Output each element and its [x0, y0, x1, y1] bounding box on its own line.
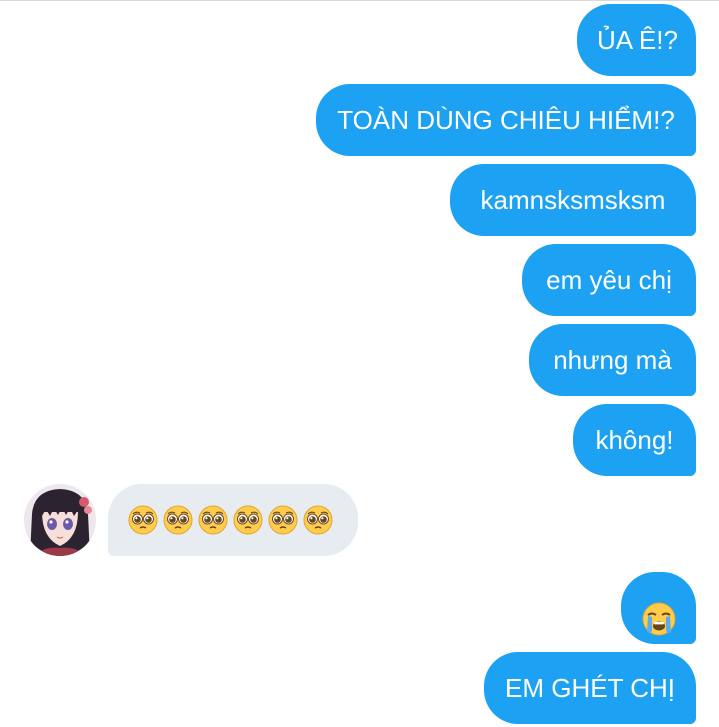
message-bubble-sent[interactable]: em yêu chị	[522, 244, 696, 316]
message-text: em yêu chị	[546, 265, 672, 295]
top-divider	[0, 0, 719, 1]
message-text: không!	[595, 425, 674, 455]
message-bubble-sent[interactable]: TOÀN DÙNG CHIÊU HIỂM!?	[316, 84, 696, 156]
message-text: EM GHÉT CHỊ	[505, 673, 675, 703]
pleading-face-icon	[163, 505, 193, 535]
message-text: nhưng mà	[553, 345, 672, 375]
pleading-face-icon	[268, 505, 298, 535]
anime-avatar-icon	[24, 484, 96, 556]
pleading-face-icon	[128, 505, 158, 535]
message-bubble-sent-emoji[interactable]	[621, 572, 696, 644]
contact-avatar[interactable]	[24, 484, 96, 556]
message-bubble-sent[interactable]: không!	[573, 404, 696, 476]
message-bubble-sent[interactable]: kamnsksmsksm	[450, 164, 696, 236]
message-text: ỦA Ê!?	[597, 25, 678, 55]
message-bubble-sent[interactable]: nhưng mà	[529, 324, 696, 396]
pleading-face-icon	[198, 505, 228, 535]
message-text: kamnsksmsksm	[480, 185, 666, 215]
message-bubble-sent[interactable]: ỦA Ê!?	[577, 4, 696, 76]
message-bubble-received[interactable]	[108, 484, 358, 556]
loudly-crying-face-icon	[642, 602, 676, 636]
pleading-face-icon	[233, 505, 263, 535]
pleading-face-icon	[303, 505, 333, 535]
message-text: TOÀN DÙNG CHIÊU HIỂM!?	[337, 105, 675, 135]
message-bubble-sent[interactable]: EM GHÉT CHỊ	[484, 652, 696, 724]
pleading-face-emoji-row	[128, 484, 338, 556]
